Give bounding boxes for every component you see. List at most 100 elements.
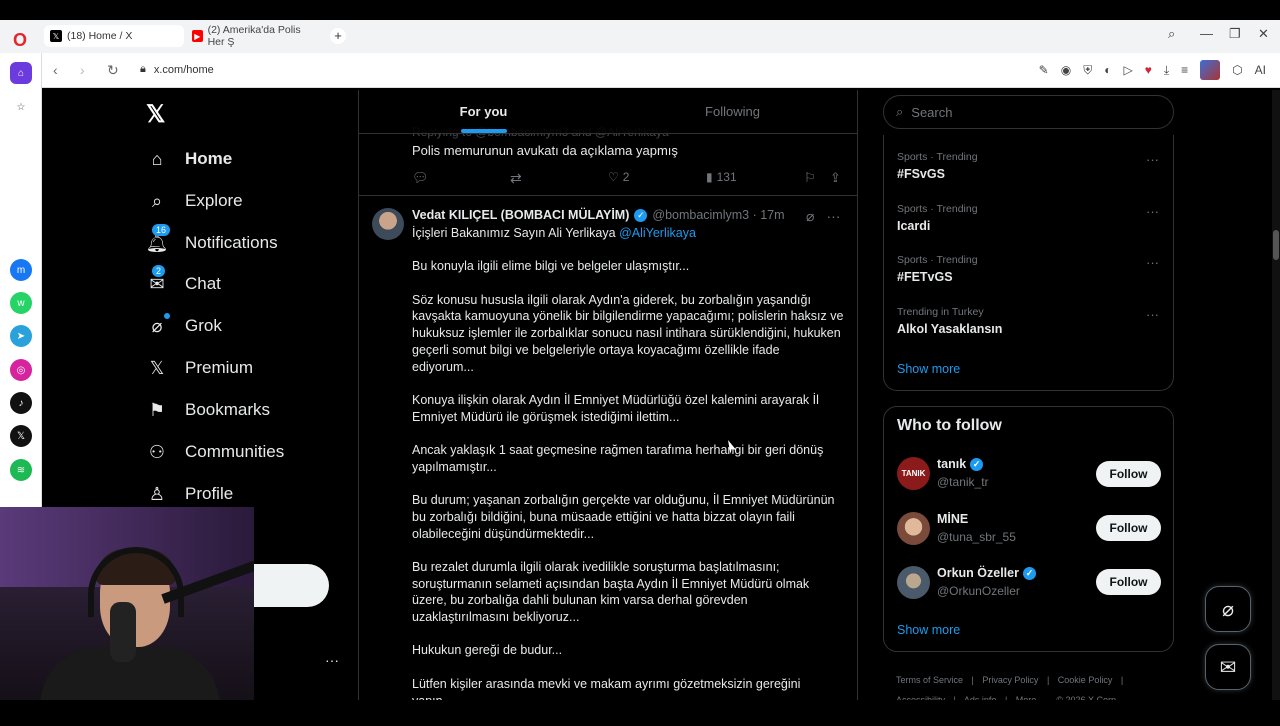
tab-x-home[interactable]: 𝕏 (18) Home / X [44,25,184,47]
like-button[interactable]: ♡ 2 [608,170,629,184]
ai-button[interactable]: AI [1255,63,1266,77]
follow-button[interactable]: Follow [1096,569,1161,595]
more-icon[interactable]: ··· [1146,204,1159,219]
like-count: 2 [622,170,630,184]
more-icon[interactable]: ··· [1146,255,1159,270]
box-icon[interactable]: ⬡ [1232,63,1242,77]
search-tabs-icon[interactable]: ⌕ [1168,26,1175,42]
maximize-button[interactable]: ❐ [1229,26,1241,42]
shield-icon[interactable]: ⛨ [1083,63,1092,78]
nav-communities[interactable]: ⚇ Communities [146,441,284,463]
whatsapp-icon[interactable]: w [10,292,32,314]
post-paragraph: Hukukun gereği de budur... [412,643,563,658]
instagram-icon[interactable]: ◎ [10,359,32,381]
more-icon[interactable]: ··· [1146,307,1159,322]
vpn-icon[interactable]: ◐ [1104,63,1111,77]
x-sidebar-icon[interactable]: 𝕏 [10,425,32,447]
search-input[interactable]: ⌕ Search [883,95,1174,129]
mention-link[interactable]: @AliYerlikaya [619,226,696,240]
nav-label: Explore [185,191,243,210]
menu-icon[interactable]: ≡ [1181,63,1188,77]
footer-link[interactable]: Privacy Policy [982,675,1038,685]
trend-item[interactable]: Sports · Trending #FSvGS [897,151,978,181]
nav-explore[interactable]: ⌕ Explore [146,190,243,212]
avatar[interactable] [372,208,404,240]
edit-icon[interactable]: ✎ [1039,63,1049,77]
star-icon[interactable]: ☆ [10,96,32,118]
close-window-button[interactable]: ✕ [1258,26,1269,42]
person-icon: ♙ [148,483,166,504]
more-icon[interactable]: ··· [1146,152,1159,167]
trend-category: Trending in Turkey [897,306,984,318]
wtf-show-more-link[interactable]: Show more [897,623,960,637]
reload-button[interactable]: ↻ [107,62,119,79]
user-name: MİNE [937,512,969,526]
trend-name: Icardi [897,219,931,233]
back-button[interactable]: ‹ [53,62,58,78]
play-icon[interactable]: ▷ [1123,63,1132,77]
more-icon[interactable]: ··· [826,208,840,225]
retweet-icon[interactable]: ⇄ [510,170,522,187]
search-placeholder: Search [911,104,953,120]
trend-item[interactable]: Trending in Turkey Alkol Yasaklansın [897,306,1002,336]
grok-icon[interactable]: ⌀ [806,208,814,225]
views-button[interactable]: ▮ 131 [706,170,737,184]
post-intro: İçişleri Bakanımız Sayın Ali Yerlikaya [412,226,616,240]
new-tab-button[interactable]: + [330,28,346,44]
trends-show-more-link[interactable]: Show more [897,362,960,376]
footer-link[interactable]: Terms of Service [896,675,963,685]
nav-label: Home [185,149,233,168]
camera-icon[interactable]: ◉ [1061,63,1071,77]
reply-icon[interactable]: 💬︎ [412,170,429,186]
nav-premium[interactable]: 𝕏 Premium [146,357,253,379]
follow-suggestion[interactable]: TANIK tanık ✓ @tanik_tr Follow [897,457,1163,497]
avatar[interactable] [897,512,930,545]
author-handle[interactable]: @bombacimlym3 · 17m [652,208,784,222]
nav-notifications[interactable]: 🔔︎ 16 Notifications [146,224,278,254]
home-icon[interactable]: ⌂ [10,62,32,84]
os-top-bar [0,0,1280,20]
share-icon[interactable]: ⇪ [830,170,841,186]
spotify-icon[interactable]: ≋ [10,459,32,481]
messenger-icon[interactable]: m [10,259,32,281]
messages-fab-button[interactable]: ✉ [1205,644,1251,690]
url-field[interactable]: 🔒︎ x.com/home [140,63,214,76]
user-name: Orkun Özeller [937,566,1019,580]
download-icon[interactable]: ⤓ [1164,63,1169,78]
follow-button[interactable]: Follow [1096,461,1161,487]
follow-button[interactable]: Follow [1096,515,1161,541]
x-logo-icon[interactable]: 𝕏 [146,100,165,129]
telegram-icon[interactable]: ➤ [10,325,32,347]
author-name[interactable]: Vedat KILIÇEL (BOMBACI MÜLAYİM) [412,208,629,222]
page-scrollbar[interactable] [1272,90,1280,700]
tab-following[interactable]: Following [608,90,857,133]
scrollbar-thumb[interactable] [1273,230,1279,260]
follow-suggestion[interactable]: Orkun Özeller ✓ @OrkunOzeller Follow [897,566,1163,606]
avatar[interactable]: TANIK [897,457,930,490]
x-icon: 𝕏 [149,357,165,378]
nav-label: Communities [185,442,285,461]
trend-item[interactable]: Sports · Trending Icardi [897,203,978,233]
account-more-icon[interactable]: ··· [325,652,339,668]
profile-avatar[interactable] [1200,60,1221,80]
minimize-button[interactable]: — [1200,26,1213,41]
notification-badge: 16 [152,224,171,236]
nav-chat[interactable]: ✉ 2 Chat [146,265,221,295]
nav-bookmarks[interactable]: ⚑ Bookmarks [146,399,270,421]
tab-for-you[interactable]: For you [359,90,608,133]
follow-suggestion[interactable]: MİNE @tuna_sbr_55 Follow [897,512,1163,552]
heart-icon[interactable]: ♥ [1145,63,1152,77]
tiktok-icon[interactable]: ♪ [10,392,32,414]
nav-home[interactable]: ⌂ Home [146,148,233,170]
bookmark-icon[interactable]: ⚐ [804,170,816,186]
nav-grok[interactable]: ⌀ Grok [146,313,222,337]
grok-fab-button[interactable]: ⌀ [1205,586,1251,632]
post-header: Vedat KILIÇEL (BOMBACI MÜLAYİM) ✓ @bomba… [412,208,785,222]
opera-logo-icon[interactable]: O [8,28,32,52]
trend-item[interactable]: Sports · Trending #FETvGS [897,254,978,284]
footer-link[interactable]: Cookie Policy [1058,675,1113,685]
forward-button[interactable]: › [80,62,85,78]
avatar[interactable] [897,566,930,599]
nav-profile[interactable]: ♙ Profile [146,483,233,505]
tab-youtube[interactable]: ▶ (2) Amerika'da Polis Her Ş [186,24,322,48]
